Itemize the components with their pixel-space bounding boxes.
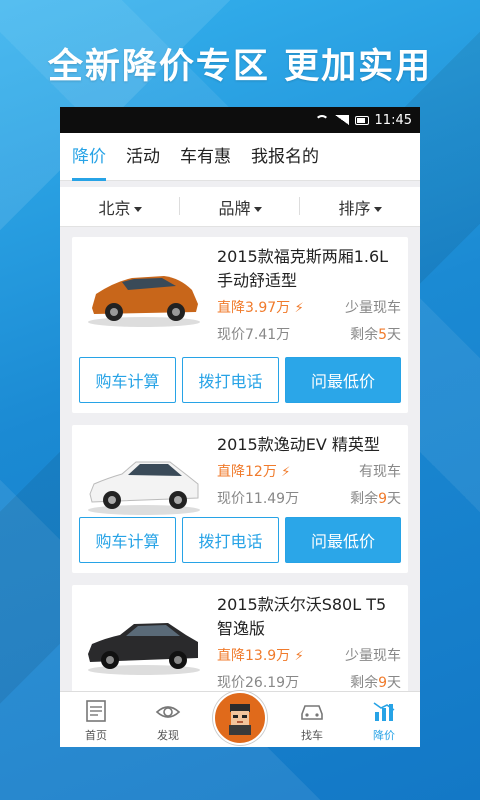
caret-down-icon <box>373 206 382 212</box>
nav-home[interactable]: 首页 <box>60 700 132 743</box>
filter-bar: 北京 品牌 排序 <box>60 187 420 227</box>
filter-brand[interactable]: 品牌 <box>180 195 300 219</box>
deal-list: 2015款福克斯两厢1.6L手动舒适型 直降3.97万 ⚡ 少量现车 现价7.4… <box>60 227 420 711</box>
signal-icon <box>334 115 349 125</box>
remain-days: 9 <box>378 675 387 691</box>
nav-find-car[interactable]: 找车 <box>276 700 348 743</box>
tab-price-drop[interactable]: 降价 <box>72 133 106 181</box>
car-image <box>79 245 209 345</box>
car-calc-button[interactable]: 购车计算 <box>79 517 176 563</box>
bolt-icon: ⚡ <box>294 301 304 316</box>
car-image <box>79 593 209 693</box>
eye-icon <box>155 706 181 718</box>
remain-suffix: 天 <box>387 327 401 343</box>
stock-status: 少量现车 <box>345 300 401 316</box>
tab-my-signups[interactable]: 我报名的 <box>251 133 319 181</box>
top-tabs: 降价 活动 车有惠 我报名的 <box>60 133 420 181</box>
ask-lowest-price-button[interactable]: 问最低价 <box>285 357 401 403</box>
deal-card[interactable]: 2015款福克斯两厢1.6L手动舒适型 直降3.97万 ⚡ 少量现车 现价7.4… <box>72 237 408 413</box>
drop-prefix: 直降 <box>217 648 245 664</box>
tab-car-deals[interactable]: 车有惠 <box>180 133 231 181</box>
drop-prefix: 直降 <box>217 464 245 480</box>
nav-discover-label: 发现 <box>157 729 179 742</box>
call-button[interactable]: 拨打电话 <box>182 357 279 403</box>
nav-find-car-label: 找车 <box>301 729 323 742</box>
avatar <box>229 704 251 735</box>
filter-sort[interactable]: 排序 <box>300 195 420 219</box>
avatar-button[interactable] <box>213 691 267 745</box>
car-sedan-icon <box>88 461 200 515</box>
status-bar: 11:45 <box>60 107 420 133</box>
current-price: 现价7.41万 <box>217 327 291 343</box>
news-icon <box>86 700 106 722</box>
battery-icon <box>354 115 369 125</box>
car-icon <box>301 705 323 720</box>
wifi-icon <box>314 115 329 125</box>
price-drop: 13.9万 <box>245 648 291 664</box>
remain-suffix: 天 <box>387 675 401 691</box>
price-drop: 3.97万 <box>245 300 291 316</box>
bolt-icon: ⚡ <box>294 649 304 664</box>
nav-home-label: 首页 <box>85 729 107 742</box>
bolt-icon: ⚡ <box>281 465 291 480</box>
ask-lowest-price-button[interactable]: 问最低价 <box>285 517 401 563</box>
car-name: 2015款沃尔沃S80L T5智逸版 <box>217 595 387 638</box>
tab-events[interactable]: 活动 <box>126 133 160 181</box>
chart-icon <box>373 702 395 721</box>
filter-sort-label: 排序 <box>338 198 371 218</box>
filter-city[interactable]: 北京 <box>60 195 180 219</box>
car-calc-button[interactable]: 购车计算 <box>79 357 176 403</box>
phone-screen: 11:45 降价 活动 车有惠 我报名的 北京 品牌 排序 2015款福克斯两厢… <box>60 107 420 747</box>
price-drop: 12万 <box>245 464 277 480</box>
current-price: 现价11.49万 <box>217 491 300 507</box>
drop-prefix: 直降 <box>217 300 245 316</box>
car-sedan-icon <box>88 623 200 675</box>
nav-price-drop-label: 降价 <box>373 729 395 742</box>
status-time: 11:45 <box>374 112 412 128</box>
car-hatchback-icon <box>88 276 200 327</box>
call-button[interactable]: 拨打电话 <box>182 517 279 563</box>
car-name: 2015款福克斯两厢1.6L手动舒适型 <box>217 247 389 290</box>
remain-prefix: 剩余 <box>350 327 379 343</box>
filter-city-label: 北京 <box>98 198 131 218</box>
stock-status: 有现车 <box>359 464 401 480</box>
deal-card[interactable]: 2015款逸动EV 精英型 直降12万 ⚡ 有现车 现价11.49万 剩余9天 … <box>72 425 408 573</box>
nav-price-drop[interactable]: 降价 <box>348 700 420 743</box>
remain-prefix: 剩余 <box>350 491 379 507</box>
bottom-navigation: 首页 发现 找车 降价 <box>60 691 420 747</box>
caret-down-icon <box>253 206 262 212</box>
remain-suffix: 天 <box>387 491 401 507</box>
promo-headline: 全新降价专区 更加实用 <box>47 47 433 87</box>
nav-discover[interactable]: 发现 <box>132 700 204 743</box>
filter-brand-label: 品牌 <box>218 198 251 218</box>
remain-prefix: 剩余 <box>350 675 379 691</box>
caret-down-icon <box>133 206 142 212</box>
remain-days: 9 <box>378 491 387 507</box>
stock-status: 少量现车 <box>345 648 401 664</box>
remain-days: 5 <box>378 327 387 343</box>
